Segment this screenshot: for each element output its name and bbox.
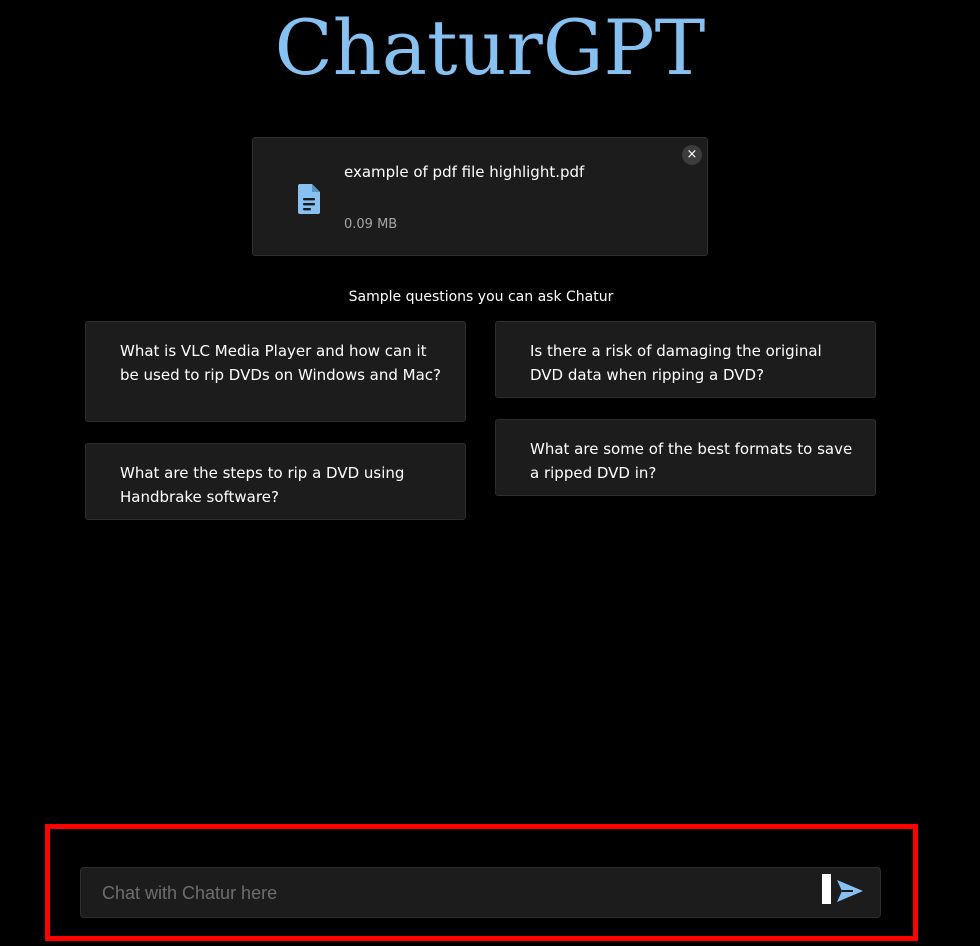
sample-question-card[interactable]: What is VLC Media Player and how can it … (85, 321, 466, 422)
send-button[interactable] (835, 877, 865, 905)
send-icon (837, 880, 863, 902)
text-cursor (822, 874, 831, 904)
file-name: example of pdf file highlight.pdf (344, 163, 585, 181)
uploaded-file-card: example of pdf file highlight.pdf 0.09 M… (252, 137, 708, 256)
remove-file-button[interactable]: × (682, 145, 702, 165)
document-icon (297, 183, 321, 215)
close-icon: × (686, 147, 698, 162)
chat-page: ChaturGPT example of pdf file highlight.… (0, 0, 980, 946)
sample-questions-heading: Sample questions you can ask Chatur (348, 289, 614, 305)
chat-input-container (80, 867, 881, 919)
app-title: ChaturGPT (274, 3, 706, 92)
sample-question-card[interactable]: What are some of the best formats to sav… (495, 419, 876, 496)
sample-question-card[interactable]: Is there a risk of damaging the original… (495, 321, 876, 398)
chat-input[interactable] (100, 868, 804, 919)
file-size: 0.09 MB (344, 217, 398, 232)
sample-question-card[interactable]: What are the steps to rip a DVD using Ha… (85, 443, 466, 520)
